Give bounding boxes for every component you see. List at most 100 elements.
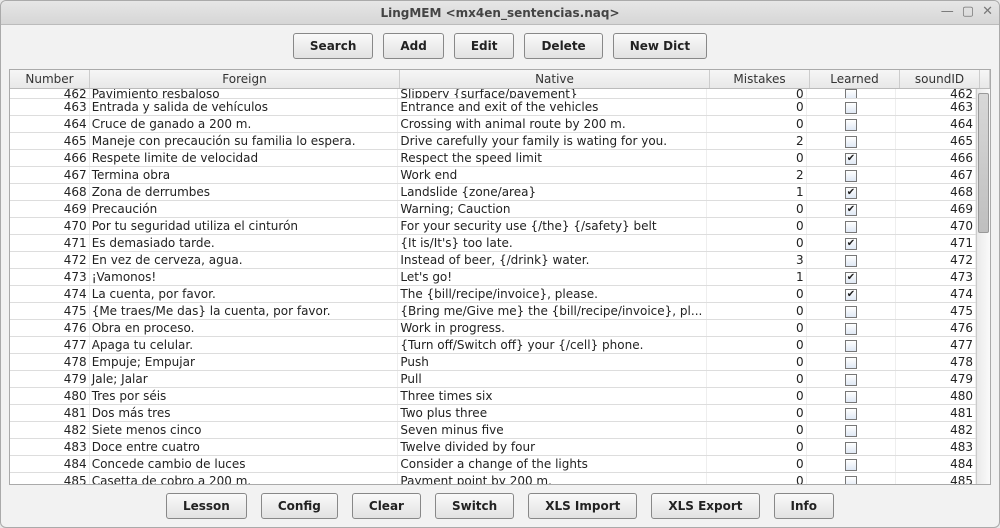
checkbox-icon[interactable] — [845, 221, 857, 233]
lesson-button[interactable]: Lesson — [166, 493, 247, 519]
scrollbar-thumb[interactable] — [978, 93, 989, 233]
edit-button[interactable]: Edit — [454, 33, 515, 59]
cell-mistakes: 0 — [707, 456, 807, 472]
cell-learned[interactable] — [807, 303, 897, 319]
grid-body[interactable]: 462Pavimiento resbalosoSlippery {surface… — [10, 89, 976, 484]
cell-number: 478 — [10, 354, 90, 370]
info-button[interactable]: Info — [774, 493, 834, 519]
table-row[interactable]: 462Pavimiento resbalosoSlippery {surface… — [10, 89, 976, 99]
checkbox-icon[interactable] — [845, 442, 857, 454]
cell-learned[interactable] — [807, 405, 897, 421]
cell-learned[interactable] — [807, 439, 897, 455]
cell-learned[interactable] — [807, 252, 897, 268]
checkbox-icon[interactable] — [845, 136, 857, 148]
table-row[interactable]: 484Concede cambio de lucesConsider a cha… — [10, 456, 976, 473]
col-header-foreign[interactable]: Foreign — [90, 70, 400, 88]
checkbox-icon[interactable]: ✔ — [845, 289, 857, 301]
table-row[interactable]: 475{Me traes/Me das} la cuenta, por favo… — [10, 303, 976, 320]
cell-learned[interactable]: ✔ — [807, 235, 897, 251]
table-row[interactable]: 476Obra en proceso.Work in progress.0476 — [10, 320, 976, 337]
minimize-icon[interactable]: — — [941, 4, 954, 19]
checkbox-icon[interactable] — [845, 340, 857, 352]
cell-learned[interactable]: ✔ — [807, 269, 897, 285]
checkbox-icon[interactable] — [845, 306, 857, 318]
cell-learned[interactable] — [807, 337, 897, 353]
clear-button[interactable]: Clear — [352, 493, 421, 519]
table-row[interactable]: 464Cruce de ganado a 200 m.Crossing with… — [10, 116, 976, 133]
table-row[interactable]: 472En vez de cerveza, agua.Instead of be… — [10, 252, 976, 269]
add-button[interactable]: Add — [383, 33, 443, 59]
table-row[interactable]: 467Termina obraWork end2467 — [10, 167, 976, 184]
checkbox-icon[interactable]: ✔ — [845, 272, 857, 284]
checkbox-icon[interactable]: ✔ — [845, 153, 857, 165]
cell-learned[interactable] — [807, 133, 897, 149]
table-row[interactable]: 474La cuenta, por favor.The {bill/recipe… — [10, 286, 976, 303]
config-button[interactable]: Config — [261, 493, 338, 519]
col-header-mistakes[interactable]: Mistakes — [710, 70, 810, 88]
cell-learned[interactable] — [807, 354, 897, 370]
table-row[interactable]: 478Empuje; EmpujarPush0478 — [10, 354, 976, 371]
cell-learned[interactable] — [807, 371, 897, 387]
new-dict-button[interactable]: New Dict — [613, 33, 707, 59]
table-row[interactable]: 482Siete menos cincoSeven minus five0482 — [10, 422, 976, 439]
checkbox-icon[interactable] — [845, 357, 857, 369]
cell-learned[interactable] — [807, 422, 897, 438]
table-row[interactable]: 479Jale; JalarPull0479 — [10, 371, 976, 388]
checkbox-icon[interactable] — [845, 374, 857, 386]
checkbox-icon[interactable] — [845, 255, 857, 267]
table-row[interactable]: 481Dos más tresTwo plus three0481 — [10, 405, 976, 422]
delete-button[interactable]: Delete — [524, 33, 602, 59]
col-header-number[interactable]: Number — [10, 70, 90, 88]
table-row[interactable]: 485Casetta de cobro a 200 m.Payment poin… — [10, 473, 976, 484]
xls-import-button[interactable]: XLS Import — [528, 493, 637, 519]
switch-button[interactable]: Switch — [435, 493, 514, 519]
cell-learned[interactable] — [807, 388, 897, 404]
close-icon[interactable]: ✕ — [982, 4, 993, 19]
maximize-icon[interactable]: ▢ — [962, 4, 974, 19]
table-row[interactable]: 470Por tu seguridad utiliza el cinturónF… — [10, 218, 976, 235]
cell-learned[interactable] — [807, 218, 897, 234]
cell-learned[interactable] — [807, 456, 897, 472]
table-row[interactable]: 463Entrada y salida de vehículosEntrance… — [10, 99, 976, 116]
checkbox-icon[interactable] — [845, 425, 857, 437]
col-header-learned[interactable]: Learned — [810, 70, 900, 88]
table-row[interactable]: 469PrecauciónWarning; Cauction0✔469 — [10, 201, 976, 218]
checkbox-icon[interactable] — [845, 476, 857, 485]
col-header-soundid[interactable]: soundID — [900, 70, 980, 88]
table-row[interactable]: 468Zona de derrumbesLandslide {zone/area… — [10, 184, 976, 201]
cell-learned[interactable] — [807, 473, 897, 484]
checkbox-icon[interactable] — [845, 170, 857, 182]
search-button[interactable]: Search — [293, 33, 373, 59]
cell-learned[interactable] — [807, 99, 897, 115]
vertical-scrollbar[interactable] — [976, 89, 990, 484]
col-header-native[interactable]: Native — [400, 70, 710, 88]
table-row[interactable]: 465Maneje con precaución su familia lo e… — [10, 133, 976, 150]
checkbox-icon[interactable]: ✔ — [845, 204, 857, 216]
checkbox-icon[interactable] — [845, 102, 857, 114]
cell-learned[interactable]: ✔ — [807, 150, 897, 166]
cell-learned[interactable]: ✔ — [807, 201, 897, 217]
cell-learned[interactable] — [807, 167, 897, 183]
cell-native: Drive carefully your family is wating fo… — [398, 133, 707, 149]
table-row[interactable]: 473¡Vamonos!Let's go!1✔473 — [10, 269, 976, 286]
cell-learned[interactable]: ✔ — [807, 286, 897, 302]
cell-learned[interactable]: ✔ — [807, 184, 897, 200]
cell-learned[interactable] — [807, 89, 897, 98]
cell-mistakes: 0 — [707, 320, 807, 336]
checkbox-icon[interactable] — [845, 391, 857, 403]
table-row[interactable]: 466Respete limite de velocidadRespect th… — [10, 150, 976, 167]
cell-learned[interactable] — [807, 320, 897, 336]
xls-export-button[interactable]: XLS Export — [651, 493, 759, 519]
table-row[interactable]: 483Doce entre cuatroTwelve divided by fo… — [10, 439, 976, 456]
checkbox-icon[interactable] — [845, 459, 857, 471]
table-row[interactable]: 480Tres por séisThree times six0480 — [10, 388, 976, 405]
checkbox-icon[interactable] — [845, 408, 857, 420]
table-row[interactable]: 471Es demasiado tarde.{It is/It's} too l… — [10, 235, 976, 252]
table-row[interactable]: 477Apaga tu celular.{Turn off/Switch off… — [10, 337, 976, 354]
checkbox-icon[interactable] — [845, 89, 857, 98]
checkbox-icon[interactable] — [845, 119, 857, 131]
checkbox-icon[interactable]: ✔ — [845, 187, 857, 199]
checkbox-icon[interactable]: ✔ — [845, 238, 857, 250]
cell-learned[interactable] — [807, 116, 897, 132]
checkbox-icon[interactable] — [845, 323, 857, 335]
